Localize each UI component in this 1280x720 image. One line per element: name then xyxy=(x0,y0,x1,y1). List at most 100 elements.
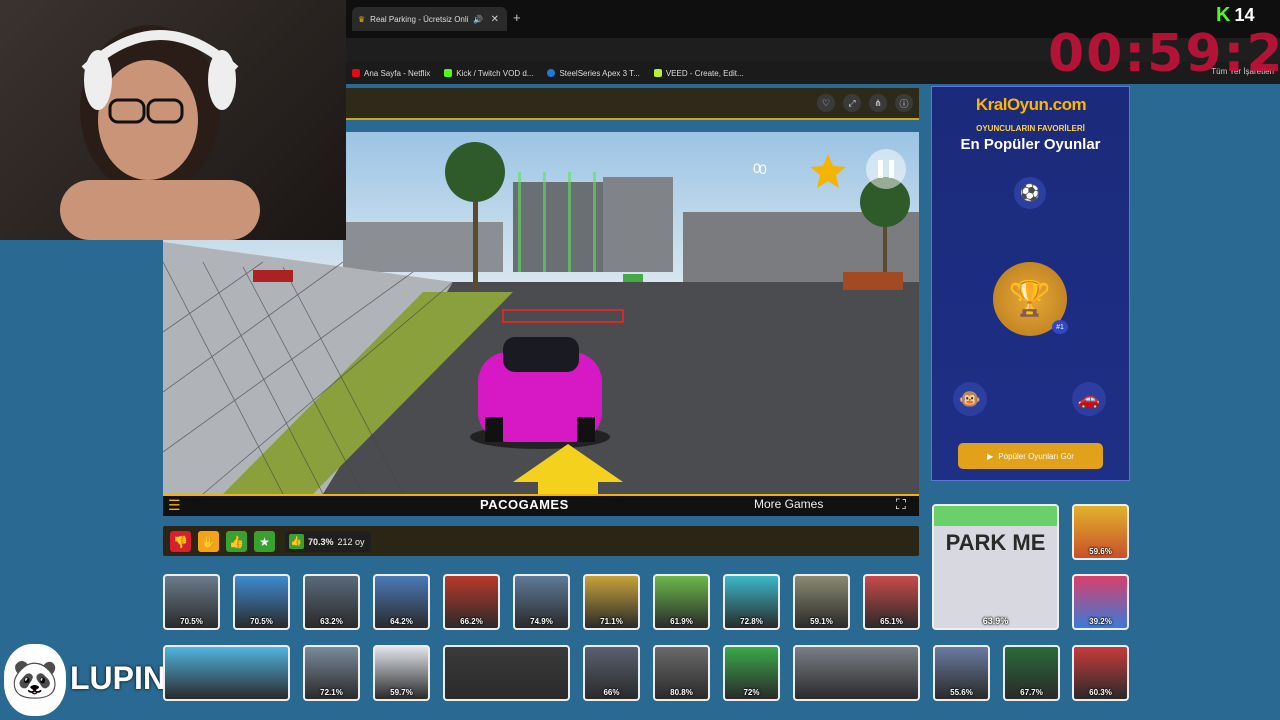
game-thumb[interactable]: 70.5% xyxy=(163,574,220,630)
thumb-rating: 66% xyxy=(603,688,620,697)
tab-real-parking[interactable]: ♛ Real Parking - Ücretsiz Onli 🔊 ✕ xyxy=(352,7,507,31)
thumb-rating: 66.2% xyxy=(460,617,483,626)
close-tab-icon[interactable]: ✕ xyxy=(491,14,499,25)
game-thumb-bus[interactable]: 59.6% xyxy=(1072,504,1129,560)
thumb-rating: 64.2% xyxy=(390,617,413,626)
game-thumb[interactable]: 59.1% xyxy=(793,574,850,630)
tab-title: Real Parking - Ücretsiz Onli xyxy=(370,14,469,24)
thumb-rating: 72% xyxy=(743,688,760,697)
speaker-icon[interactable]: 🔊 xyxy=(473,15,483,24)
game-thumb[interactable]: 61.9% xyxy=(653,574,710,630)
viewer-count: 14 xyxy=(1234,5,1255,25)
score-display: 0 xyxy=(753,160,761,176)
favorite-star-icon[interactable]: ★ xyxy=(254,531,275,552)
rating-bar xyxy=(163,526,919,556)
thumb-rating: 71.1% xyxy=(600,617,623,626)
panel-title: En Popüler Oyunlar xyxy=(960,136,1101,153)
kick-icon xyxy=(444,69,453,77)
fullscreen-game-icon[interactable]: ⛶ xyxy=(896,496,906,513)
bookmark-veed[interactable]: VEED - Create, Edit... xyxy=(653,68,744,78)
car-game-icon[interactable]: 🚗 xyxy=(1072,382,1106,416)
panda-mascot-icon: 🐼 xyxy=(4,644,66,716)
bookmark-steelseries[interactable]: SteelSeries Apex 3 T... xyxy=(547,68,640,78)
featured-game-topstrip xyxy=(934,506,1057,526)
bookmark-label: Kick / Twitch VOD d... xyxy=(456,68,534,78)
pause-icon[interactable] xyxy=(866,149,906,189)
game-thumb[interactable]: 55.6% xyxy=(933,645,990,701)
kraloyun-logo[interactable]: KralOyun.com xyxy=(963,95,1099,117)
stream-timer: 00:59:26 xyxy=(1048,24,1280,84)
thumb-rating: 59.1% xyxy=(810,617,833,626)
game-thumb[interactable]: 59.7% xyxy=(373,645,430,701)
soccer-game-icon[interactable]: ⚽ xyxy=(1014,177,1046,209)
game-thumb[interactable]: 63.2% xyxy=(303,574,360,630)
bookmark-label: VEED - Create, Edit... xyxy=(665,68,744,78)
dislike-icon[interactable]: 👎 xyxy=(170,531,191,552)
game-thumb-traffic[interactable]: 39.2% xyxy=(1072,574,1129,630)
crown-icon: ♛ xyxy=(358,14,366,24)
thumb-rating: 80.8% xyxy=(670,688,693,697)
game-thumb[interactable]: 72% xyxy=(723,645,780,701)
bookmark-kick[interactable]: Kick / Twitch VOD d... xyxy=(444,69,533,78)
game-thumb[interactable]: 70.5% xyxy=(233,574,290,630)
thumb-rating: 72.1% xyxy=(320,688,343,697)
kick-logo-icon: K xyxy=(1216,4,1231,26)
game-thumb[interactable]: 72.8% xyxy=(723,574,780,630)
bookmark-label: Ana Sayfa - Netflix xyxy=(364,68,431,78)
bookmark-label: SteelSeries Apex 3 T... xyxy=(559,68,640,78)
thumb-rating: 59.7% xyxy=(390,688,413,697)
menu-icon[interactable]: ☰ xyxy=(168,497,181,514)
streamer-logo: LUPIN xyxy=(70,660,166,696)
game-thumb[interactable]: 64.2% xyxy=(373,574,430,630)
game-thumb[interactable]: 72.1% xyxy=(303,645,360,701)
thumb-rating: 67.7% xyxy=(1020,688,1043,697)
featured-game-title: PARK ME xyxy=(945,530,1046,555)
popular-games-button[interactable]: ▶ Popüler Oyunları Gör xyxy=(958,443,1103,469)
star-icon[interactable] xyxy=(813,152,841,180)
thumb-rating: 70.5% xyxy=(250,617,273,626)
game-thumb[interactable]: 66.2% xyxy=(443,574,500,630)
featured-game-rating: 63.9% xyxy=(982,616,1009,626)
popular-games-button-label: Popüler Oyunları Gör xyxy=(998,451,1074,461)
game-thumb[interactable] xyxy=(443,645,570,701)
game-thumb[interactable]: 71.1% xyxy=(583,574,640,630)
thumb-rating: 59.6% xyxy=(1089,547,1112,556)
thumb-rating: 65.1% xyxy=(880,617,903,626)
rating-votes: 212 oy xyxy=(337,536,365,547)
rank-badge: #1 xyxy=(1052,320,1068,334)
netflix-icon xyxy=(352,69,360,77)
game-thumb[interactable]: 74.9% xyxy=(513,574,570,630)
fullscreen-icon[interactable]: ⤢ xyxy=(843,94,861,112)
more-games-link[interactable]: More Games xyxy=(754,497,823,511)
thumb-rating: 72.8% xyxy=(740,617,763,626)
new-tab-button[interactable]: + xyxy=(513,10,521,25)
game-thumb[interactable]: 60.3% xyxy=(1072,645,1129,701)
info-icon[interactable]: ⓘ xyxy=(895,94,913,112)
streamer-silhouette xyxy=(60,25,260,240)
webcam-overlay xyxy=(0,0,346,240)
game-thumb[interactable] xyxy=(793,645,920,701)
share-icon[interactable]: ⋔ xyxy=(869,94,887,112)
thumb-rating: 70.5% xyxy=(180,617,203,626)
thumb-rating: 61.9% xyxy=(670,617,693,626)
panel-subtitle: OYUNCULARIN FAVORİLERİ xyxy=(976,124,1085,133)
featured-game-park-me[interactable]: PARK ME 63.9% xyxy=(932,504,1059,630)
play-icon: ▶ xyxy=(987,451,994,461)
game-thumb[interactable]: 66% xyxy=(583,645,640,701)
thumb-rating: 55.6% xyxy=(950,688,973,697)
game-thumb[interactable]: 80.8% xyxy=(653,645,710,701)
favorite-icon[interactable]: ♡ xyxy=(817,94,835,112)
game-thumb[interactable] xyxy=(163,645,290,701)
monkey-game-icon[interactable]: 🐵 xyxy=(953,382,987,416)
like-icon[interactable]: 👍 xyxy=(226,531,247,552)
thumbs-up-icon: 👍 xyxy=(289,534,304,549)
hand-icon[interactable]: ✋ xyxy=(198,531,219,552)
thumb-rating: 60.3% xyxy=(1089,688,1112,697)
rating-summary: 👍 70.3% 212 oy xyxy=(285,531,371,552)
game-thumb[interactable]: 65.1% xyxy=(863,574,920,630)
game-thumb[interactable]: 67.7% xyxy=(1003,645,1060,701)
thumb-rating: 74.9% xyxy=(530,617,553,626)
bookmark-netflix[interactable]: Ana Sayfa - Netflix xyxy=(352,69,430,78)
pacogames-logo[interactable]: PACOGAMES xyxy=(480,497,569,512)
steelseries-icon xyxy=(547,69,556,77)
